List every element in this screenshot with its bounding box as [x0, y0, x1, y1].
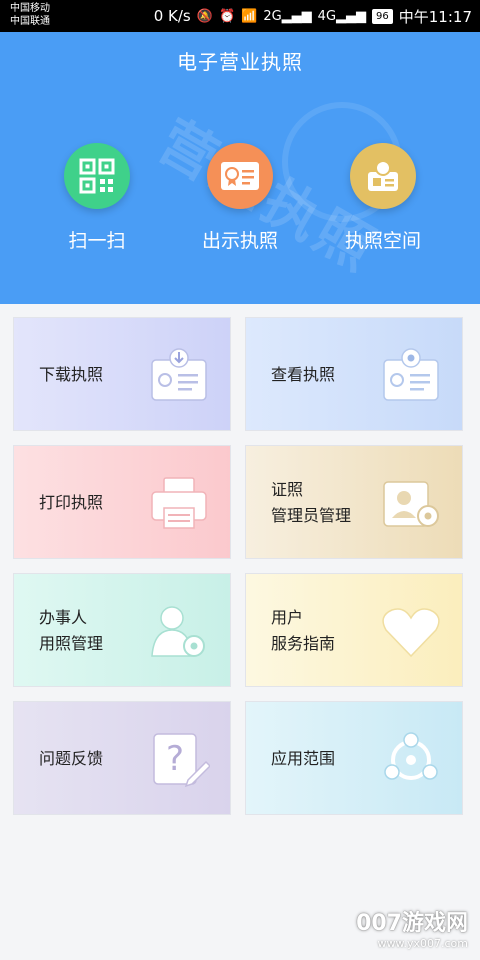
- download-license-label: 下载执照: [39, 365, 104, 384]
- page-title: 电子营业执照: [177, 50, 303, 74]
- service-guide-label-line2: 服务指南: [271, 634, 336, 653]
- scope-card[interactable]: 应用范围: [245, 701, 463, 815]
- scope-label: 应用范围: [271, 749, 336, 768]
- header-banner: 营业执照 电子营业执照 扫一扫 出示执照 执照空间: [0, 32, 480, 304]
- service-guide-label-line1: 用户: [271, 608, 304, 627]
- alarm-icon: ⏰: [218, 8, 236, 24]
- admin-manage-label-line1: 证照: [271, 480, 304, 499]
- license-space-button[interactable]: 执照空间: [313, 143, 453, 253]
- scope-icon: [384, 732, 438, 780]
- feedback-card[interactable]: 问题反馈 ?: [13, 701, 231, 815]
- carrier-info: 中国移动 中国联通: [10, 2, 50, 28]
- admin-manage-icon: [383, 481, 439, 527]
- heart-icon: [382, 608, 440, 658]
- user-manage-label-line2: 用照管理: [39, 634, 104, 653]
- download-license-icon: [151, 348, 207, 401]
- license-card-icon[interactable]: [207, 143, 273, 209]
- user-manage-label-line1: 办事人: [39, 608, 88, 627]
- wifi-icon: 📶: [241, 8, 258, 24]
- status-bar: 中国移动 中国联通 0 K/s 🔕 ⏰ 📶 2G▂▄▆ 4G▂▄▆ 96 中午1…: [0, 0, 480, 32]
- qr-code-icon[interactable]: [64, 143, 130, 209]
- admin-manage-label-line2: 管理员管理: [271, 506, 352, 525]
- mute-icon: 🔕: [196, 8, 213, 24]
- license-space-label: 执照空间: [344, 230, 421, 252]
- license-space-icon[interactable]: [350, 143, 416, 209]
- admin-manage-card[interactable]: 证照 管理员管理: [245, 445, 463, 559]
- printer-icon: [151, 477, 207, 529]
- site-watermark-url: www.yx007.com: [377, 937, 468, 950]
- user-manage-icon: [151, 606, 205, 657]
- show-license-button[interactable]: 出示执照: [170, 143, 310, 253]
- status-right: 0 K/s 🔕 ⏰ 📶 2G▂▄▆ 4G▂▄▆ 96 中午11:17: [154, 0, 472, 32]
- scan-label: 扫一扫: [68, 230, 126, 252]
- feedback-label: 问题反馈: [39, 749, 104, 768]
- view-license-card[interactable]: 查看执照: [245, 317, 463, 431]
- carrier-1: 中国移动: [10, 3, 50, 14]
- site-watermark: 007游戏网 www.yx007.com: [356, 905, 468, 950]
- scan-button[interactable]: 扫一扫: [27, 143, 167, 253]
- clock: 中午11:17: [398, 7, 472, 26]
- battery-icon: 96: [372, 8, 393, 24]
- service-guide-card[interactable]: 用户 服务指南: [245, 573, 463, 687]
- signal-2g-icon: 2G▂▄▆: [263, 8, 312, 24]
- feedback-icon: ?: [153, 733, 210, 788]
- user-manage-card[interactable]: 办事人 用照管理: [13, 573, 231, 687]
- print-license-label: 打印执照: [39, 493, 104, 512]
- view-license-label: 查看执照: [271, 365, 336, 384]
- carrier-2: 中国联通: [10, 16, 50, 27]
- print-license-card[interactable]: 打印执照: [13, 445, 231, 559]
- site-watermark-name: 007游戏网: [356, 911, 468, 936]
- signal-4g-icon: 4G▂▄▆: [317, 8, 367, 24]
- network-speed: 0 K/s: [153, 7, 191, 25]
- view-license-icon: [383, 348, 439, 401]
- svg-text:?: ?: [166, 739, 184, 779]
- show-license-label: 出示执照: [201, 230, 278, 252]
- download-license-card[interactable]: 下载执照: [13, 317, 231, 431]
